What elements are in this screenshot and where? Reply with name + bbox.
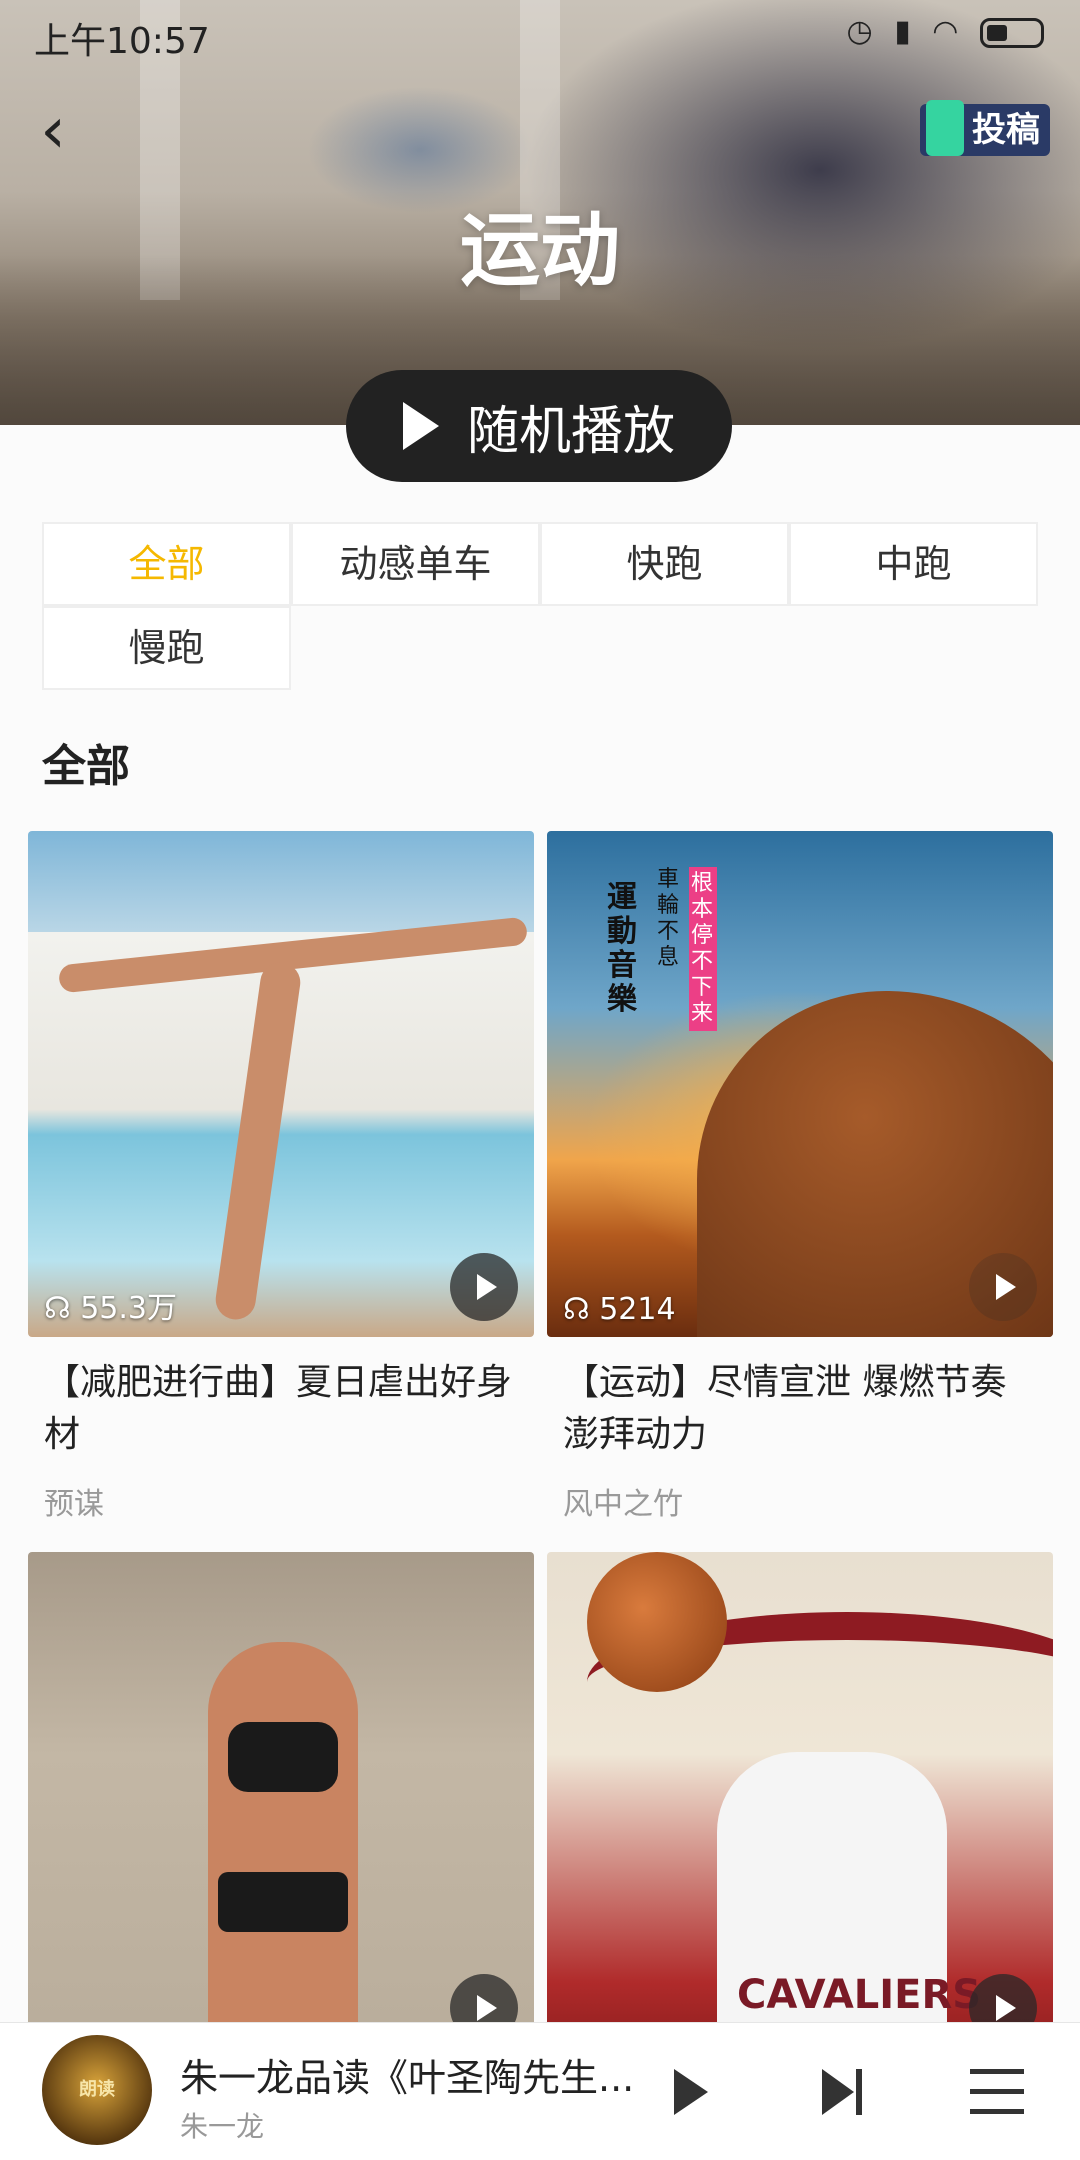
signal-icon: ▮ <box>894 14 917 49</box>
thumbnail-art <box>587 1552 727 1692</box>
submit-icon <box>926 100 964 156</box>
playlist-card[interactable] <box>28 1552 534 2058</box>
play-icon[interactable] <box>668 2067 718 2117</box>
thumbnail-tag: 根本停不下来 <box>689 867 717 1031</box>
playlist-thumbnail[interactable]: ☊ 55.3万 <box>28 831 534 1337</box>
playlist-author[interactable]: 风中之竹 <box>563 1479 1037 1523</box>
status-bar: 上午10:57 ◷ ▮ ◠ <box>0 0 1080 70</box>
play-button[interactable] <box>450 1253 518 1321</box>
thumbnail-art <box>208 1642 358 2058</box>
play-count: ☊ 5214 <box>563 1292 676 1327</box>
filter-fast-run[interactable]: 快跑 <box>540 522 789 606</box>
playlist-icon-line <box>970 2109 1024 2114</box>
mini-player[interactable]: 朗读 朱一龙品读《叶圣陶先生... 朱一龙 <box>0 2022 1080 2160</box>
now-playing-author: 朱一龙 <box>180 2110 265 2143</box>
playlist-thumbnail[interactable]: CAVALIERS <box>547 1552 1053 2058</box>
playlist-thumbnail[interactable] <box>28 1552 534 2058</box>
shuffle-play-label: 随机播放 <box>466 401 675 462</box>
playlist-icon-line <box>970 2069 1024 2074</box>
section-title: 全部 <box>42 741 130 792</box>
hero-banner: 上午10:57 ◷ ▮ ◠ ‹ 投稿 运动 <box>0 0 1080 425</box>
playlist-title[interactable]: 【减肥进行曲】夏日虐出好身材 <box>44 1357 518 1461</box>
chevron-left-icon: ‹ <box>40 94 66 168</box>
headphones-icon: ☊ <box>44 1291 71 1326</box>
thumbnail-art <box>213 959 303 1323</box>
playlist-card[interactable]: CAVALIERS <box>547 1552 1053 2058</box>
status-icons: ◷ ▮ ◠ <box>846 14 1044 49</box>
play-button[interactable] <box>969 1253 1037 1321</box>
playlist-author[interactable]: 预谋 <box>44 1479 518 1523</box>
playlist-title[interactable]: 【运动】尽情宣泄 爆燃节奏 澎拜动力 <box>563 1357 1037 1461</box>
now-playing-cover[interactable]: 朗读 <box>42 2035 152 2145</box>
play-count-value: 5214 <box>599 1292 676 1327</box>
thumbnail-art <box>228 1722 338 1792</box>
thumbnail-text: 車輪不息 <box>657 867 680 970</box>
playlist-icon[interactable] <box>970 2069 1024 2115</box>
play-count: ☊ 55.3万 <box>44 1283 177 1327</box>
back-button[interactable]: ‹ <box>18 96 88 166</box>
submit-button[interactable]: 投稿 <box>920 100 1050 156</box>
page-title: 运动 <box>460 204 620 297</box>
headphones-icon: ☊ <box>563 1292 590 1327</box>
wifi-icon: ◠ <box>932 14 965 49</box>
thumbnail-text: 運動音樂 <box>607 880 637 1017</box>
thumbnail-text: CAVALIERS <box>737 1972 982 2018</box>
play-count-value: 55.3万 <box>80 1291 177 1326</box>
shuffle-play-button[interactable]: 随机播放 <box>346 370 732 482</box>
now-playing-title[interactable]: 朱一龙品读《叶圣陶先生... <box>180 2047 640 2102</box>
submit-label: 投稿 <box>972 110 1040 150</box>
playlist-thumbnail[interactable]: 運動音樂 車輪不息 根本停不下来 ☊ 5214 <box>547 831 1053 1337</box>
filter-all[interactable]: 全部 <box>42 522 291 606</box>
playlist-card[interactable]: ☊ 55.3万 【减肥进行曲】夏日虐出好身材 预谋 <box>28 831 534 1523</box>
playlist-card[interactable]: 運動音樂 車輪不息 根本停不下来 ☊ 5214 【运动】尽情宣泄 爆燃节奏 澎拜… <box>547 831 1053 1523</box>
thumbnail-art <box>218 1872 348 1932</box>
filter-medium-run[interactable]: 中跑 <box>789 522 1038 606</box>
battery-icon <box>980 17 1044 48</box>
skip-next-icon[interactable] <box>818 2067 868 2117</box>
playlist-icon-line <box>970 2089 1024 2094</box>
alarm-icon: ◷ <box>846 14 879 49</box>
filter-jog[interactable]: 慢跑 <box>42 606 291 690</box>
status-time: 上午10:57 <box>34 21 210 62</box>
play-icon <box>402 402 439 450</box>
filter-spinning[interactable]: 动感单车 <box>291 522 540 606</box>
